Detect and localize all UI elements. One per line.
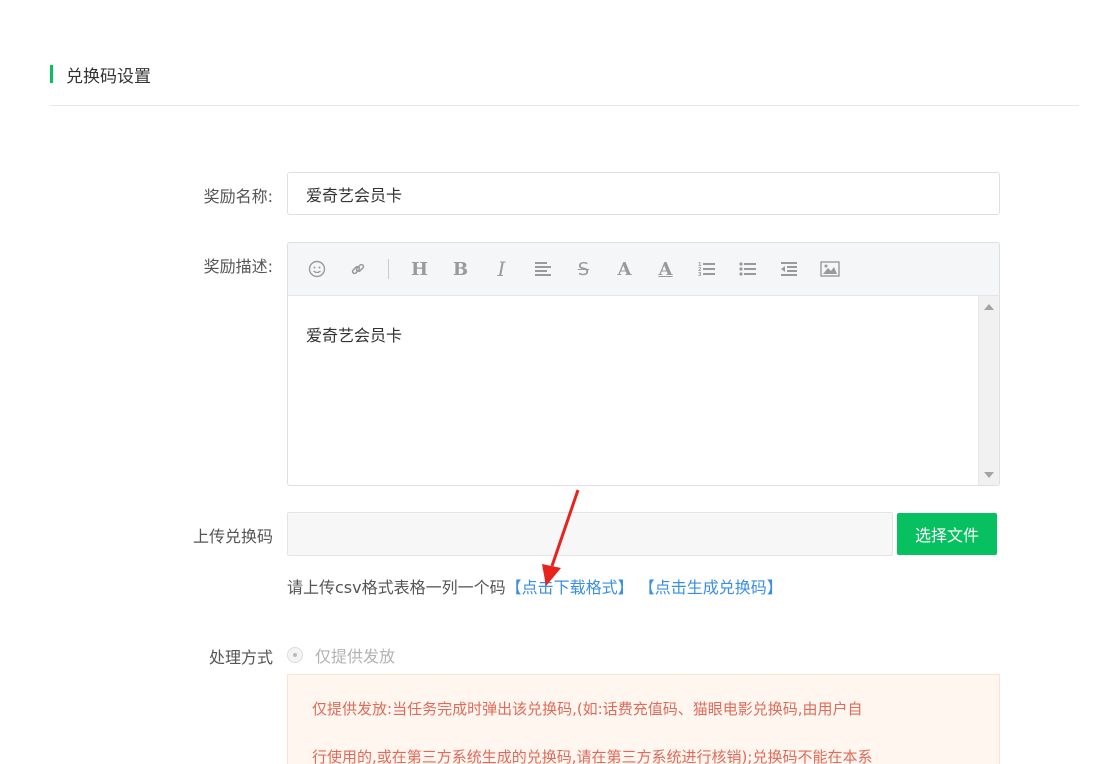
outdent-icon[interactable] [778, 257, 799, 281]
italic-icon[interactable]: I [491, 257, 512, 281]
strikethrough-icon[interactable]: S [573, 257, 594, 281]
annotation-arrow-icon [542, 489, 580, 586]
radio-icon[interactable] [287, 647, 303, 663]
radio-dot [293, 653, 297, 657]
editor-content-area[interactable]: 爱奇艺会员卡 [288, 296, 999, 485]
notice-line-1-text: 当任务完成时弹出该兑换码,(如:话费充值码、猫眼电影兑换码,由用户自 [392, 700, 863, 718]
editor-content-text: 爱奇艺会员卡 [306, 326, 403, 345]
generate-codes-link[interactable]: 【点击生成兑换码】 [639, 578, 783, 597]
process-notice-box: 仅提供发放:当任务完成时弹出该兑换码,(如:话费充值码、猫眼电影兑换码,由用户自… [287, 674, 1000, 764]
scroll-up-arrow-icon[interactable] [984, 304, 994, 310]
notice-strong-text: 仅提供发放: [312, 700, 393, 718]
ordered-list-icon[interactable]: 123 [696, 257, 717, 281]
rich-text-editor[interactable]: H B I S A A 123 爱奇艺会员卡 [287, 242, 1000, 486]
editor-scrollbar[interactable] [978, 296, 999, 485]
file-path-field[interactable] [287, 512, 893, 556]
toolbar-separator [388, 259, 389, 279]
image-icon[interactable] [819, 257, 840, 281]
section-header: 兑换码设置 [50, 62, 151, 87]
bold-icon[interactable]: B [450, 257, 471, 281]
process-method-label: 处理方式 [208, 648, 273, 667]
emoji-icon[interactable] [306, 257, 327, 281]
notice-line-1: 仅提供发放:当任务完成时弹出该兑换码,(如:话费充值码、猫眼电影兑换码,由用户自 [312, 685, 975, 733]
process-option-row[interactable]: 仅提供发放 [287, 643, 395, 667]
scroll-down-arrow-icon[interactable] [984, 472, 994, 478]
choose-file-button[interactable]: 选择文件 [897, 513, 997, 555]
svg-text:3: 3 [698, 272, 702, 277]
link-icon[interactable] [347, 257, 368, 281]
upload-codes-label: 上传兑换码 [192, 527, 273, 546]
font-size-icon[interactable]: A [614, 257, 635, 281]
upload-help-text: 请上传csv格式表格一列一个码 [287, 578, 506, 597]
heading-icon[interactable]: H [409, 257, 430, 281]
reward-name-label: 奖励名称: [203, 187, 273, 206]
notice-line-2: 行使用的,或在第三方系统生成的兑换码,请在第三方系统进行核销);兑换码不能在本系 [312, 748, 873, 764]
section-divider [50, 105, 1079, 106]
section-title: 兑换码设置 [66, 66, 151, 87]
reward-desc-label: 奖励描述: [203, 257, 273, 276]
font-color-icon[interactable]: A [655, 257, 676, 281]
reward-name-input[interactable] [287, 172, 1000, 215]
section-accent-bar [50, 65, 53, 83]
process-option-label: 仅提供发放 [315, 647, 396, 666]
align-left-icon[interactable] [532, 257, 553, 281]
editor-toolbar: H B I S A A 123 [288, 243, 999, 296]
unordered-list-icon[interactable] [737, 257, 758, 281]
